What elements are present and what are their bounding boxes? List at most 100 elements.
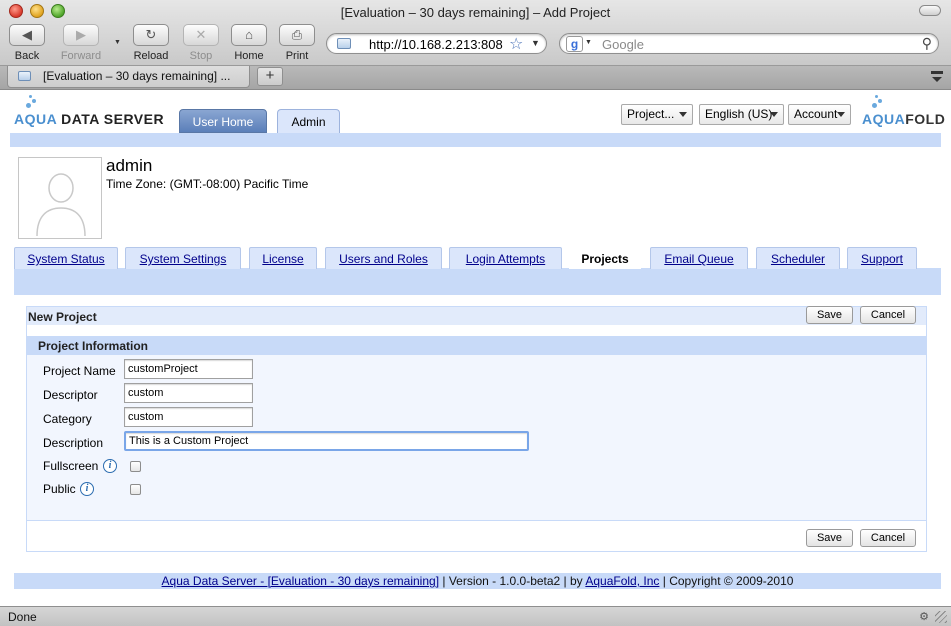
category-input[interactable]: custom — [124, 407, 253, 427]
brand-aqua-text: AQUA — [862, 111, 906, 127]
logo-aqua-text: AQUA — [14, 111, 57, 127]
category-label: Category — [43, 412, 92, 426]
browser-status-bar: Done ⚙ — [0, 606, 951, 626]
tab-login-attempts[interactable]: Login Attempts — [449, 247, 562, 269]
brand-rest-text: FOLD — [905, 111, 946, 127]
product-link[interactable]: Aqua Data Server - [Evaluation - 30 days… — [162, 574, 439, 588]
fullscreen-info-icon[interactable]: i — [103, 459, 117, 473]
forward-label: Forward — [60, 50, 102, 62]
section-title: Project Information — [38, 339, 149, 353]
print-label: Print — [285, 50, 309, 62]
save-button-bottom[interactable]: Save — [806, 529, 853, 547]
tab-scheduler[interactable]: Scheduler — [756, 247, 840, 269]
search-engine-caret-icon[interactable]: ▼ — [585, 39, 592, 46]
tab-system-settings[interactable]: System Settings — [125, 247, 241, 269]
account-select[interactable]: Account — [788, 104, 851, 125]
forward-history-caret-icon[interactable]: ▼ — [114, 39, 121, 46]
chevron-down-icon — [679, 112, 687, 117]
address-bar[interactable]: http://10.168.2.213:8080/ ☆ ▼ — [326, 33, 547, 54]
project-select[interactable]: Project... — [621, 104, 693, 125]
address-input[interactable]: http://10.168.2.213:8080/ — [369, 37, 503, 52]
aqua-data-server-logo[interactable]: AQUA DATA SERVER — [14, 95, 165, 127]
toolbar-toggle-button[interactable] — [919, 5, 941, 16]
home-icon: ⌂ — [245, 27, 253, 42]
logo-rest-text: DATA SERVER — [56, 111, 165, 127]
address-history-caret-icon[interactable]: ▼ — [531, 38, 540, 48]
window-title: [Evaluation – 30 days remaining] – Add P… — [340, 5, 611, 20]
print-button[interactable]: ⎙ — [279, 24, 315, 46]
page-file-icon — [337, 38, 351, 49]
cancel-button-bottom[interactable]: Cancel — [860, 529, 916, 547]
descriptor-label: Descriptor — [43, 388, 98, 402]
browser-tab-label: [Evaluation – 30 days remaining] ... — [43, 69, 231, 83]
fullscreen-label: Fullscreen — [43, 459, 99, 473]
tab-system-status[interactable]: System Status — [14, 247, 118, 269]
back-button[interactable]: ◀ — [9, 24, 45, 46]
public-label: Public — [43, 482, 76, 496]
page-content: AQUA DATA SERVER User Home Admin Project… — [0, 91, 951, 606]
search-icon[interactable]: ⚲ — [922, 35, 932, 52]
resize-grip-icon[interactable] — [935, 611, 947, 623]
tab-projects[interactable]: Projects — [569, 247, 641, 269]
bookmark-star-icon[interactable]: ☆ — [509, 34, 523, 54]
subtab-band — [14, 269, 941, 295]
printer-icon: ⎙ — [291, 27, 303, 42]
browser-tab-strip: [Evaluation – 30 days remaining] ... + — [0, 66, 951, 90]
back-arrow-icon: ◀ — [22, 27, 32, 42]
forward-button[interactable]: ▶ — [63, 24, 99, 46]
tab-support[interactable]: Support — [847, 247, 917, 269]
fullscreen-checkbox[interactable] — [130, 461, 141, 472]
panel-title: New Project — [28, 310, 97, 324]
reload-icon: ↻ — [145, 27, 157, 42]
tab-email-queue[interactable]: Email Queue — [650, 247, 748, 269]
new-project-panel: New Project Save Cancel Project Informat… — [26, 306, 927, 552]
language-select[interactable]: English (US) — [699, 104, 784, 125]
header-band — [10, 133, 941, 147]
nav-tab-user-home[interactable]: User Home — [179, 109, 267, 133]
search-input[interactable]: Google — [602, 37, 644, 52]
nav-tab-admin[interactable]: Admin — [277, 109, 340, 134]
browser-tab[interactable]: [Evaluation – 30 days remaining] ... — [7, 66, 250, 88]
page-footer: Aqua Data Server - [Evaluation - 30 days… — [14, 573, 941, 589]
status-activity-icon: ⚙ — [919, 611, 929, 623]
new-tab-button[interactable]: + — [257, 67, 283, 86]
tab-users-and-roles[interactable]: Users and Roles — [325, 247, 442, 269]
descriptor-input[interactable]: custom — [124, 383, 253, 403]
version-text: | Version - 1.0.0-beta2 | by — [439, 574, 586, 588]
reload-button[interactable]: ↻ — [133, 24, 169, 46]
project-name-input[interactable]: customProject — [124, 359, 253, 379]
back-label: Back — [14, 50, 40, 62]
save-button[interactable]: Save — [806, 306, 853, 324]
user-silhouette-icon — [36, 173, 86, 237]
search-bar[interactable]: g ▼ Google ⚲ — [559, 33, 939, 54]
tab-license[interactable]: License — [249, 247, 317, 269]
chevron-down-icon — [770, 112, 778, 117]
panel-header: New Project — [27, 307, 926, 325]
description-label: Description — [43, 436, 104, 450]
copyright-text: | Copyright © 2009-2010 — [659, 574, 794, 588]
status-text: Done — [8, 610, 37, 624]
aquafold-logo[interactable]: AQUAFOLD — [862, 95, 946, 127]
google-engine-icon[interactable]: g — [566, 36, 583, 52]
stop-button[interactable]: ✕ — [183, 24, 219, 46]
chevron-down-icon — [837, 112, 845, 117]
stop-icon: ✕ — [195, 27, 207, 42]
browser-titlebar: [Evaluation – 30 days remaining] – Add P… — [0, 0, 951, 66]
tab-page-icon — [18, 71, 31, 81]
project-select-value: Project... — [627, 107, 675, 121]
public-checkbox[interactable] — [130, 484, 141, 495]
company-link[interactable]: AquaFold, Inc — [585, 574, 659, 588]
admin-tabs: System Status System Settings License Us… — [14, 247, 941, 269]
user-timezone: Time Zone: (GMT:-08:00) Pacific Time — [106, 177, 309, 191]
avatar — [18, 157, 102, 239]
description-input[interactable]: This is a Custom Project — [124, 431, 529, 451]
language-select-value: English (US) — [705, 107, 773, 121]
project-form: Project Name customProject Descriptor cu… — [27, 355, 926, 521]
cancel-button[interactable]: Cancel — [860, 306, 916, 324]
forward-arrow-icon: ▶ — [76, 27, 86, 42]
home-button[interactable]: ⌂ — [231, 24, 267, 46]
public-info-icon[interactable]: i — [80, 482, 94, 496]
account-select-value: Account — [794, 107, 838, 121]
tab-list-menu-icon[interactable] — [931, 71, 943, 82]
user-name: admin — [106, 156, 153, 175]
